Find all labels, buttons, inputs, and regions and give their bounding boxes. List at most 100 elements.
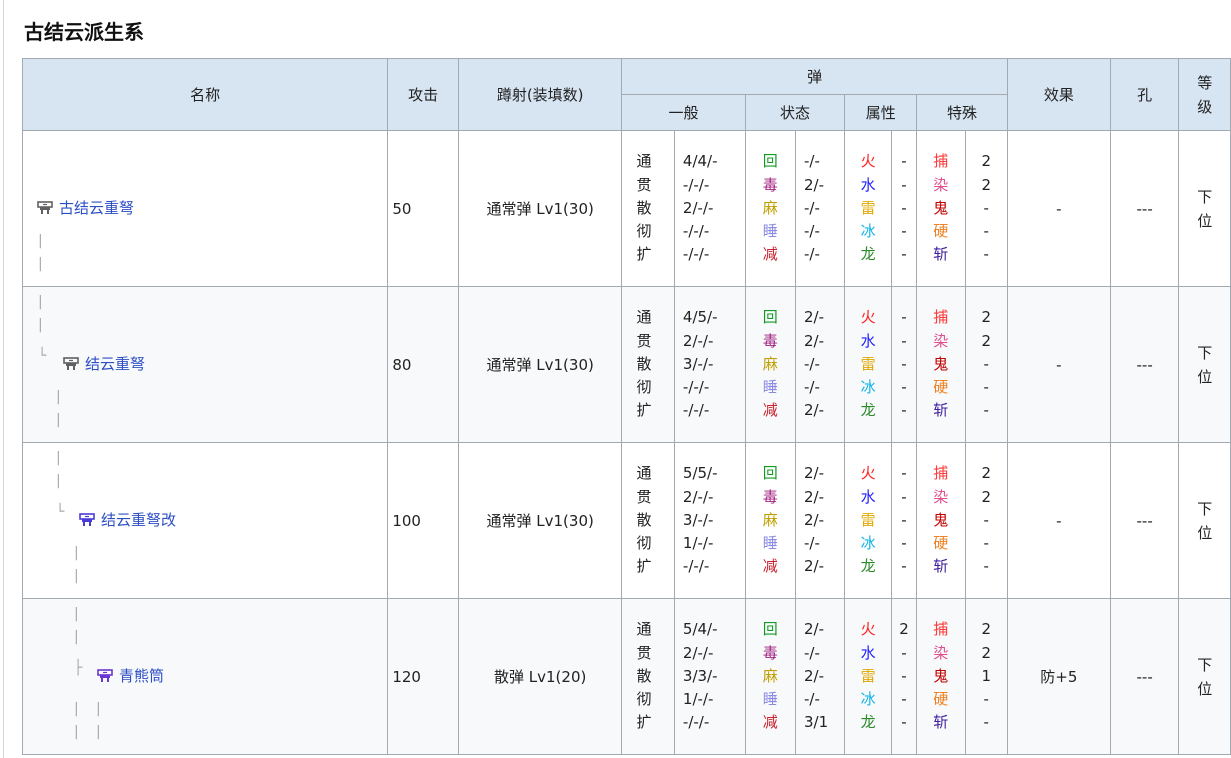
special-ammo-value: 2 [981, 487, 991, 506]
element-ammo-label: 火 [860, 308, 876, 327]
special-ammo-values: 2 2 1 - - [964, 598, 1008, 755]
special-ammo-value: 2 [981, 152, 991, 171]
special-ammo-value: - [983, 690, 989, 709]
subheader-element: 属性 [844, 94, 918, 131]
general-ammo-value: -/-/- [682, 222, 710, 241]
weapon-name-link[interactable]: 青熊筒 [119, 667, 164, 685]
general-ammo-value: 2/-/- [682, 198, 714, 217]
general-ammo-labels: 通贯散彻扩 [621, 442, 675, 599]
element-ammo-value: - [901, 378, 907, 397]
general-ammo-value: -/-/- [682, 401, 710, 420]
status-ammo-value: 2/- [804, 331, 825, 350]
general-ammo-value: -/-/- [682, 557, 710, 576]
general-ammo-value: 3/3/- [682, 666, 718, 685]
element-ammo-label: 火 [860, 464, 876, 483]
general-ammo-label: 通 [636, 152, 652, 171]
element-ammo-value: - [901, 464, 907, 483]
weapon-row: | | └ | | 结云重弩改 100 通常弹 Lv1(30) 通贯散彻扩 5/5/- 2/-/- 3… [21, 442, 1231, 599]
weapon-row: | | └ | | 结云重弩 80 通常弹 Lv1(30) 通贯散彻扩 4/5/- 2/-/- 3/-… [21, 286, 1231, 443]
tree-branch-line: | [74, 606, 79, 622]
weapon-name-cell: | | └ | | 结云重弩改 [21, 442, 389, 599]
general-ammo-value: 4/4/- [682, 152, 718, 171]
status-ammo-value: 2/- [804, 401, 825, 420]
status-ammo-label: 睡 [762, 534, 778, 553]
status-ammo-label: 麻 [762, 510, 778, 529]
general-ammo-label: 散 [636, 198, 652, 217]
special-ammo-labels: 捕染鬼硬斩 [916, 286, 966, 443]
special-ammo-label: 捕 [933, 308, 949, 327]
rank-cell: 下位 [1178, 442, 1231, 599]
general-ammo-label: 散 [636, 666, 652, 685]
weapon-name-cell: | | 古结云重弩 [21, 130, 389, 287]
general-ammo-value: 4/5/- [682, 308, 718, 327]
heavy-bowgun-icon [97, 669, 113, 683]
special-ammo-label: 鬼 [933, 666, 949, 685]
element-ammo-label: 水 [860, 175, 876, 194]
tree-branch-line: | [74, 724, 79, 740]
special-ammo-label: 染 [933, 175, 949, 194]
status-ammo-value: -/- [804, 378, 820, 397]
element-ammo-value: - [901, 557, 907, 576]
status-ammo-label: 毒 [762, 175, 778, 194]
weapon-name-link[interactable]: 古结云重弩 [59, 199, 134, 217]
special-ammo-labels: 捕染鬼硬斩 [916, 598, 966, 755]
status-ammo-label: 麻 [762, 198, 778, 217]
special-ammo-label: 硬 [933, 378, 949, 397]
tree-branch-line: | [56, 412, 61, 428]
status-ammo-label: 毒 [762, 487, 778, 506]
element-ammo-label: 龙 [860, 401, 876, 420]
rank-value: 下位 [1197, 187, 1213, 230]
status-ammo-value: 2/- [804, 175, 825, 194]
special-ammo-label: 鬼 [933, 354, 949, 373]
special-ammo-value: - [983, 534, 989, 553]
weapon-name-cell: | | └ | | 结云重弩 [21, 286, 389, 443]
status-ammo-label: 睡 [762, 378, 778, 397]
status-ammo-labels: 回毒麻睡减 [744, 130, 797, 287]
general-ammo-label: 贯 [636, 331, 652, 350]
special-ammo-label: 硬 [933, 534, 949, 553]
status-ammo-label: 睡 [762, 690, 778, 709]
element-ammo-value: - [901, 245, 907, 264]
general-ammo-values: 5/4/- 2/-/- 3/3/- 1/-/- -/-/- [673, 598, 746, 755]
general-ammo-values: 4/5/- 2/-/- 3/-/- -/-/- -/-/- [673, 286, 746, 443]
special-ammo-label: 斩 [933, 557, 949, 576]
tree-branch-line: | [38, 233, 43, 249]
general-ammo-label: 彻 [636, 534, 652, 553]
rank-cell: 下位 [1178, 130, 1231, 287]
element-ammo-label: 水 [860, 487, 876, 506]
general-ammo-label: 通 [636, 308, 652, 327]
weapon-name-link[interactable]: 结云重弩改 [101, 511, 176, 529]
element-ammo-value: - [901, 198, 907, 217]
tree-branch-line: | [56, 389, 61, 405]
general-ammo-value: 5/5/- [682, 464, 718, 483]
element-ammo-label: 火 [860, 620, 876, 639]
special-ammo-label: 硬 [933, 222, 949, 241]
element-ammo-values: 2 - - - - [890, 598, 918, 755]
special-ammo-value: 2 [981, 308, 991, 327]
tree-branch-corner: ├ [74, 660, 83, 676]
general-ammo-label: 贯 [636, 643, 652, 662]
element-ammo-label: 冰 [860, 378, 876, 397]
tree-branch-line: | [38, 256, 43, 272]
slots-value: --- [1109, 598, 1180, 755]
tree-branch-corner: └ [38, 348, 47, 364]
effect-value: - [1006, 442, 1111, 599]
status-ammo-value: 2/- [804, 308, 825, 327]
element-ammo-label: 龙 [860, 245, 876, 264]
rank-value: 下位 [1197, 343, 1213, 386]
special-ammo-value: - [983, 222, 989, 241]
weapon-name-link[interactable]: 结云重弩 [85, 355, 145, 373]
status-ammo-label: 减 [762, 713, 778, 732]
general-ammo-labels: 通贯散彻扩 [621, 130, 675, 287]
special-ammo-value: - [983, 713, 989, 732]
status-ammo-value: 2/- [804, 464, 825, 483]
recoil-value: 通常弹 Lv1(30) [457, 286, 623, 443]
special-ammo-label: 捕 [933, 464, 949, 483]
page: 古结云派生系 名称 攻击 蹲射(装填数) 弹 效果 孔 等级 一般 状态 属性 … [0, 0, 1231, 758]
general-ammo-label: 扩 [636, 557, 652, 576]
attack-value: 80 [387, 286, 459, 443]
status-ammo-value: -/- [804, 643, 820, 662]
special-ammo-value: - [983, 245, 989, 264]
slots-value: --- [1109, 442, 1180, 599]
general-ammo-label: 扩 [636, 245, 652, 264]
